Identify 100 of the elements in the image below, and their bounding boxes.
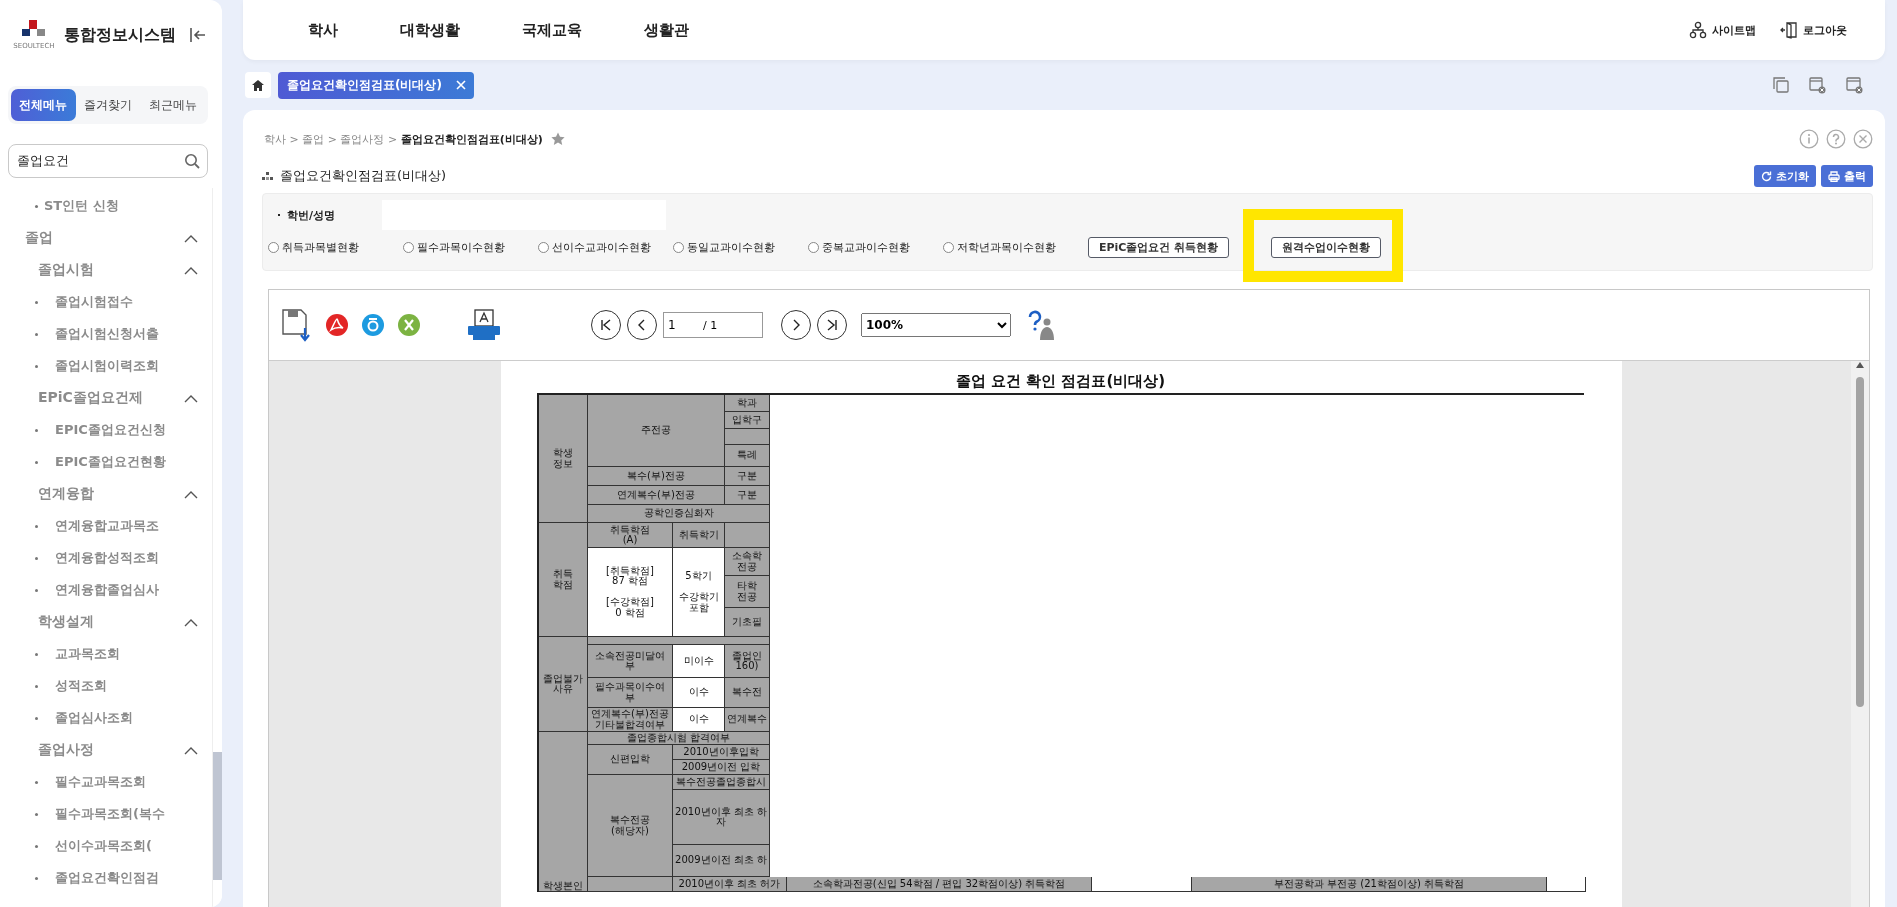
close-icon[interactable] [1853, 129, 1873, 149]
chevron-icon[interactable] [184, 745, 198, 755]
windows-icon[interactable] [1773, 76, 1789, 93]
table-cell: 5학기 수강학기 포함 [673, 548, 725, 637]
sitemap-button[interactable]: 사이트맵 [1689, 21, 1756, 39]
table-cell: 졸업인 160) [725, 645, 770, 678]
menu-item[interactable]: 연계융합성적조회 [8, 542, 212, 574]
menu-item[interactable]: 졸업요건확인점검 [8, 862, 212, 894]
menu-item[interactable]: 졸업시험접수 [8, 286, 212, 318]
logout-button[interactable]: 로그아웃 [1780, 21, 1847, 39]
table-cell: 2010년이후 최초 허가 [673, 877, 787, 892]
table-cell: 졸업불가 사유 [539, 637, 588, 732]
status-button[interactable]: EPiC졸업요건 취득현황 [1088, 236, 1230, 258]
radio-icon[interactable] [403, 241, 414, 253]
scrollbar-thumb[interactable] [213, 752, 222, 880]
menu-item[interactable]: EPIC졸업요건현황 [8, 446, 212, 478]
star-icon[interactable] [550, 132, 565, 146]
bullet-icon [35, 524, 38, 528]
bullet-icon [35, 428, 38, 432]
last-page-button[interactable] [817, 310, 847, 340]
menu-item[interactable]: EPIC졸업요건신청 [8, 414, 212, 446]
chevron-icon[interactable] [184, 617, 198, 627]
chevron-icon[interactable] [184, 393, 198, 403]
menu-tab[interactable]: 즐겨찾기 [75, 89, 141, 121]
menu-item[interactable]: 졸업시험이력조회 [8, 350, 212, 382]
menu-item[interactable]: 필수교과목조회 [8, 766, 212, 798]
bullet-icon [35, 588, 38, 592]
chevron-icon[interactable] [184, 265, 198, 275]
help-icon[interactable] [1826, 129, 1846, 149]
menu-item[interactable]: 졸업시험신청서출 [8, 318, 212, 350]
table-cell: 취득학점 (A) [588, 523, 673, 548]
table-cell: 2009년이전 최초 하 [673, 845, 770, 877]
search-field[interactable]: 졸업요건 [8, 144, 208, 178]
menu-item[interactable]: 선이수과목조회( [8, 830, 212, 862]
radio-option[interactable]: 중복교과이수현황 [808, 239, 943, 255]
search-icon[interactable] [184, 153, 200, 169]
next-page-button[interactable] [781, 310, 811, 340]
bullet-icon [35, 332, 38, 336]
status-button[interactable]: 원격수업이수현황 [1271, 236, 1382, 258]
menu-item[interactable]: 연계융합졸업심사 [8, 574, 212, 606]
help-person-icon[interactable] [1027, 310, 1057, 340]
nav-menu-item[interactable]: 국제교육 [522, 20, 582, 40]
table-cell: 타학 전공 [725, 576, 770, 608]
system-title: 통합정보시스템 [64, 24, 176, 46]
menu-item[interactable]: ST인턴 신청 [8, 190, 212, 222]
chevron-icon[interactable] [184, 489, 198, 499]
menu-group[interactable]: EPiC졸업요건제 [8, 382, 212, 414]
radio-option[interactable]: 저학년과목이수현황 [943, 239, 1078, 255]
bullet-icon [35, 204, 38, 208]
info-icon[interactable] [1799, 129, 1819, 149]
radio-icon[interactable] [943, 241, 954, 253]
printer-icon[interactable] [467, 309, 501, 341]
table-cell: 필수과목이수여 부 [588, 678, 673, 708]
home-button[interactable] [245, 72, 271, 98]
radio-icon[interactable] [268, 241, 279, 253]
nav-menu-item[interactable]: 대학생활 [400, 20, 460, 40]
table-cell: 입학구 [725, 412, 770, 429]
zoom-select[interactable]: 100% [861, 313, 1011, 337]
menu-item[interactable]: 필수과목조회(복수 [8, 798, 212, 830]
radio-option[interactable]: 필수과목이수현황 [403, 239, 538, 255]
menu-group[interactable]: 졸업 [8, 222, 212, 254]
scrollbar-thumb[interactable] [1856, 377, 1864, 707]
menu-group[interactable]: 연계융합 [8, 478, 212, 510]
radio-icon[interactable] [538, 241, 549, 253]
menu-group[interactable]: 학생설계 [8, 606, 212, 638]
menu-tab[interactable]: 전체메뉴 [11, 89, 76, 121]
menu-item[interactable]: 성적조회 [8, 670, 212, 702]
table-cell: 소속학 전공 [725, 548, 770, 576]
nav-menu-item[interactable]: 생활관 [644, 20, 689, 40]
menu-group[interactable]: 졸업사정 [8, 734, 212, 766]
table-cell: 미이수 [673, 645, 725, 678]
menu-tab[interactable]: 최근메뉴 [140, 89, 205, 121]
nav-menu-item[interactable]: 학사 [308, 20, 338, 40]
radio-icon[interactable] [808, 241, 819, 253]
pdf-icon[interactable] [325, 313, 349, 337]
radio-option[interactable]: 취득과목별현황 [268, 239, 403, 255]
breadcrumb: 학사 > 졸업 > 졸업사정 > 졸업요건확인점검표(비대상) [264, 131, 543, 147]
previous-page-button[interactable] [627, 310, 657, 340]
save-icon[interactable] [281, 308, 313, 342]
reset-button[interactable]: 초기화 [1754, 165, 1816, 187]
menu-group[interactable]: 졸업시험 [8, 254, 212, 286]
close-window-icon[interactable] [1809, 76, 1826, 94]
first-page-icon [600, 319, 612, 331]
menu-item[interactable]: 교과목조회 [8, 638, 212, 670]
first-page-button[interactable] [591, 310, 621, 340]
table-cell: 기초필 [725, 608, 770, 637]
close-all-icon[interactable] [1846, 76, 1863, 94]
radio-icon[interactable] [673, 241, 684, 253]
bullet-icon [35, 364, 38, 368]
radio-option[interactable]: 동일교과이수현황 [673, 239, 808, 255]
menu-item[interactable]: 연계융합교과목조 [8, 510, 212, 542]
radio-option[interactable]: 선이수교과이수현황 [538, 239, 673, 255]
excel-icon[interactable] [397, 313, 421, 337]
menu-item[interactable]: 졸업심사조회 [8, 702, 212, 734]
chevron-icon[interactable] [184, 233, 198, 243]
page-tab[interactable]: 졸업요건확인점검표(비대상) [278, 71, 474, 99]
hwp-icon[interactable] [361, 313, 385, 337]
collapse-icon[interactable] [190, 27, 206, 43]
print-button[interactable]: 출력 [1821, 165, 1873, 187]
table-cell: 소속전공미달여 부 [588, 645, 673, 678]
